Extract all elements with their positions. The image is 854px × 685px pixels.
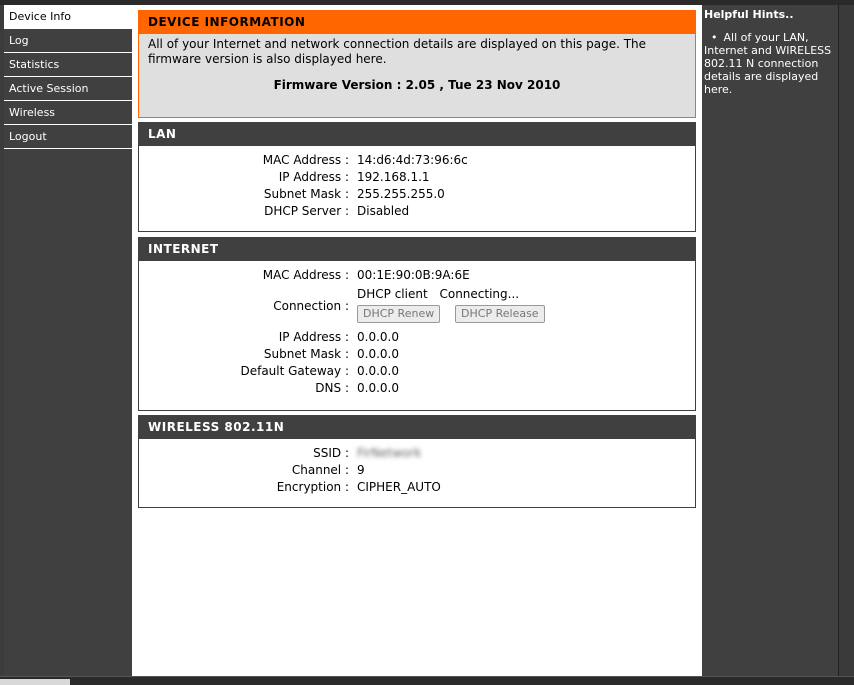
internet-connection-value: DHCP client Connecting... xyxy=(357,286,519,303)
wireless-ssid-label: SSID : xyxy=(313,446,349,460)
wireless-panel: WIRELESS 802.11N SSID : FirNetwork Chann… xyxy=(138,415,696,508)
internet-gateway-label: Default Gateway : xyxy=(240,364,349,378)
helpful-hints-panel: Helpful Hints.. • All of your LAN, Intern… xyxy=(702,5,838,676)
right-scrollbar[interactable] xyxy=(838,5,854,676)
internet-mac-value: 00:1E:90:0B:9A:6E xyxy=(357,268,470,282)
internet-ip-value: 0.0.0.0 xyxy=(357,330,399,344)
internet-panel: INTERNET MAC Address : 00:1E:90:0B:9A:6E… xyxy=(138,237,696,411)
lan-panel: LAN MAC Address : 14:d6:4d:73:96:6c IP A… xyxy=(138,122,696,232)
lan-mac-label: MAC Address : xyxy=(262,153,349,167)
connection-status: Connecting... xyxy=(439,287,520,301)
wireless-channel-row: Channel : 9 xyxy=(139,462,695,479)
wireless-encryption-value: CIPHER_AUTO xyxy=(357,480,441,494)
internet-connection-row: Connection : DHCP client Connecting... D… xyxy=(139,284,695,329)
lan-subnet-row: Subnet Mask : 255.255.255.0 xyxy=(139,186,695,203)
lan-subnet-value: 255.255.255.0 xyxy=(357,187,445,201)
internet-ip-label: IP Address : xyxy=(278,330,349,344)
device-info-description: All of your Internet and network connect… xyxy=(148,37,647,66)
wireless-channel-value: 9 xyxy=(357,463,365,477)
sidebar-item-logout[interactable]: Logout xyxy=(4,125,132,149)
lan-dhcp-row: DHCP Server : Disabled xyxy=(139,203,695,220)
internet-connection-label: Connection : xyxy=(273,299,349,313)
internet-subnet-label: Subnet Mask : xyxy=(263,347,349,361)
lan-dhcp-value: Disabled xyxy=(357,204,410,218)
dhcp-release-button[interactable]: DHCP Release xyxy=(455,305,545,323)
sidebar-item-log[interactable]: Log xyxy=(4,29,132,53)
internet-subnet-value: 0.0.0.0 xyxy=(357,347,399,361)
helpful-hints-text-block: • All of your LAN, Internet and WIRELESS … xyxy=(702,21,838,96)
internet-dns-label: DNS : xyxy=(315,381,349,395)
firmware-version: Firmware Version : 2.05 , Tue 23 Nov 201… xyxy=(273,78,561,92)
internet-gateway-row: Default Gateway : 0.0.0.0 xyxy=(139,363,695,380)
lan-mac-value: 14:d6:4d:73:96:6c xyxy=(357,153,468,167)
device-info-panel: DEVICE INFORMATION All of your Internet … xyxy=(138,10,696,118)
internet-title: INTERNET xyxy=(139,238,695,261)
lan-ip-label: IP Address : xyxy=(278,170,349,184)
sidebar-item-statistics[interactable]: Statistics xyxy=(4,53,132,77)
sidebar-item-active-session[interactable]: Active Session xyxy=(4,77,132,101)
wireless-channel-label: Channel : xyxy=(291,463,349,477)
wireless-title: WIRELESS 802.11N xyxy=(139,416,695,439)
lan-dhcp-label: DHCP Server : xyxy=(264,204,349,218)
wireless-ssid-value: FirNetwork xyxy=(357,446,422,460)
device-info-title: DEVICE INFORMATION xyxy=(139,11,695,34)
internet-ip-row: IP Address : 0.0.0.0 xyxy=(139,329,695,346)
wireless-encryption-label: Encryption : xyxy=(276,480,349,494)
dhcp-renew-button[interactable]: DHCP Renew xyxy=(357,305,441,323)
main-content: DEVICE INFORMATION All of your Internet … xyxy=(132,5,702,676)
helpful-hints-text: All of your LAN, Internet and WIRELESS 8… xyxy=(704,31,832,96)
lan-subnet-label: Subnet Mask : xyxy=(263,187,349,201)
wireless-encryption-row: Encryption : CIPHER_AUTO xyxy=(139,479,695,496)
internet-mac-row: MAC Address : 00:1E:90:0B:9A:6E xyxy=(139,267,695,284)
internet-subnet-row: Subnet Mask : 0.0.0.0 xyxy=(139,346,695,363)
sidebar-item-wireless[interactable]: Wireless xyxy=(4,101,132,125)
dhcp-buttons: DHCP Renew DHCP Release xyxy=(357,305,545,323)
lan-ip-row: IP Address : 192.168.1.1 xyxy=(139,169,695,186)
wireless-ssid-row: SSID : FirNetwork xyxy=(139,445,695,462)
internet-mac-label: MAC Address : xyxy=(262,268,349,282)
internet-gateway-value: 0.0.0.0 xyxy=(357,364,399,378)
lan-ip-value: 192.168.1.1 xyxy=(357,170,430,184)
lan-mac-row: MAC Address : 14:d6:4d:73:96:6c xyxy=(139,152,695,169)
bottom-tab xyxy=(0,679,70,685)
sidebar-nav: Device Info Log Statistics Active Sessio… xyxy=(4,5,132,676)
sidebar-item-device-info[interactable]: Device Info xyxy=(4,5,132,29)
bullet-icon: • xyxy=(711,31,718,44)
internet-dns-value: 0.0.0.0 xyxy=(357,381,399,395)
lan-title: LAN xyxy=(139,123,695,146)
connection-type: DHCP client xyxy=(357,287,428,301)
helpful-hints-title: Helpful Hints.. xyxy=(704,8,794,21)
internet-dns-row: DNS : 0.0.0.0 xyxy=(139,380,695,397)
